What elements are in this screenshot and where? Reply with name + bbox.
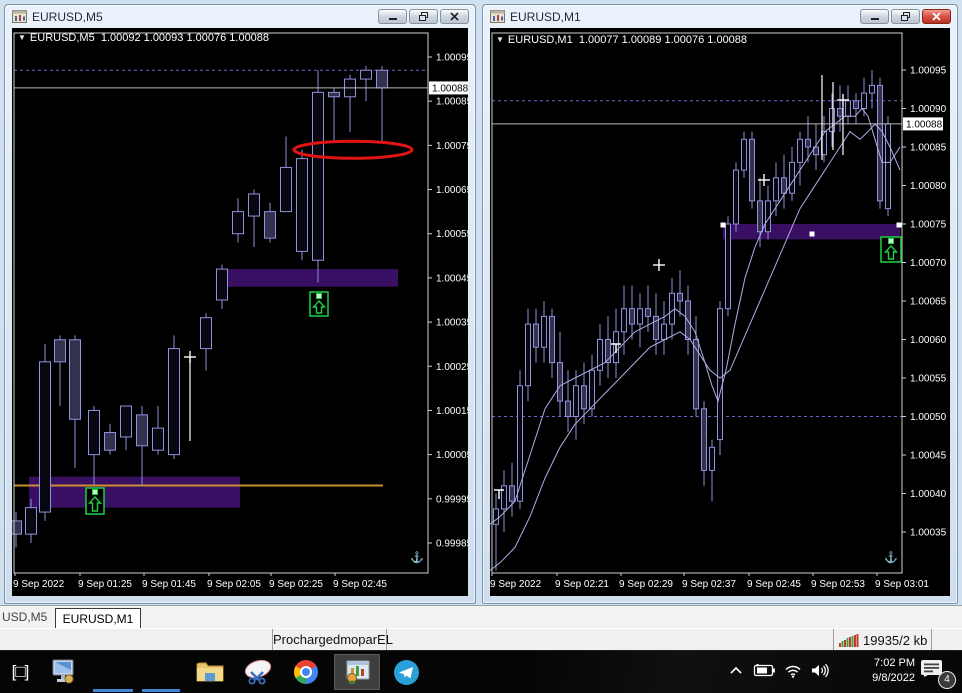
taskbar: [□] 7:02 PM 9/8/2022 4 bbox=[0, 650, 962, 693]
svg-text:1.00080: 1.00080 bbox=[910, 181, 947, 192]
tray-chevron-up-icon[interactable] bbox=[729, 666, 743, 675]
svg-text:⚓: ⚓ bbox=[884, 551, 898, 564]
restore-button[interactable] bbox=[409, 9, 438, 24]
chart-tab-bar: USD,M5 EURUSD,M1 bbox=[0, 605, 962, 630]
svg-text:9 Sep 02:37: 9 Sep 02:37 bbox=[682, 579, 736, 590]
svg-text:1.00060: 1.00060 bbox=[910, 335, 947, 346]
connection-bars-icon bbox=[839, 633, 859, 647]
svg-text:⚓: ⚓ bbox=[410, 551, 424, 564]
svg-text:1.00088: 1.00088 bbox=[906, 119, 943, 130]
svg-text:1.00005: 1.00005 bbox=[436, 450, 468, 461]
metatrader-icon-active[interactable] bbox=[334, 654, 380, 690]
task-view-icon[interactable]: [□] bbox=[2, 654, 38, 690]
telegram-icon[interactable] bbox=[388, 654, 424, 690]
tab-eurusd-m5[interactable]: USD,M5 bbox=[2, 610, 47, 624]
window-title: EURUSD,M5 bbox=[32, 9, 103, 24]
battery-icon[interactable] bbox=[752, 664, 775, 677]
chart-client-m1[interactable]: ▼ EURUSD,M1 1.00077 1.00089 1.00076 1.000… bbox=[489, 28, 950, 596]
clock-time: 7:02 PM bbox=[874, 657, 915, 669]
status-bar: ProchargedmoparEL 19935/2 kb bbox=[0, 628, 962, 651]
ohlc-line: ▼ EURUSD,M1 1.00077 1.00089 1.00076 1.000… bbox=[496, 34, 748, 46]
wifi-icon[interactable] bbox=[784, 664, 802, 678]
chart-window-icon bbox=[490, 10, 505, 23]
restore-button[interactable] bbox=[891, 9, 920, 24]
symbol-dropdown-icon[interactable]: ▼ bbox=[18, 33, 26, 42]
system-tray bbox=[729, 663, 830, 678]
svg-text:9 Sep 01:45: 9 Sep 01:45 bbox=[142, 579, 196, 590]
symbol-dropdown-icon[interactable]: ▼ bbox=[496, 35, 504, 44]
window-title: EURUSD,M1 bbox=[510, 9, 581, 24]
taskbar-clock[interactable]: 7:02 PM 9/8/2022 bbox=[845, 656, 915, 686]
svg-text:1.00095: 1.00095 bbox=[910, 66, 947, 77]
volume-icon[interactable] bbox=[811, 663, 830, 678]
svg-text:0.99995: 0.99995 bbox=[436, 494, 468, 505]
connection-status: 19935/2 kb bbox=[833, 629, 932, 651]
svg-text:1.00055: 1.00055 bbox=[436, 229, 468, 240]
ohlc-line: ▼ EURUSD,M5 1.00092 1.00093 1.00076 1.000… bbox=[18, 32, 270, 44]
svg-text:9 Sep 02:25: 9 Sep 02:25 bbox=[269, 579, 323, 590]
chrome-icon[interactable] bbox=[288, 654, 324, 690]
svg-text:1.00070: 1.00070 bbox=[910, 258, 947, 269]
close-button[interactable] bbox=[440, 9, 469, 24]
svg-text:1.00095: 1.00095 bbox=[436, 53, 468, 64]
snipping-tool-icon[interactable] bbox=[240, 654, 276, 690]
candlestick-chart-m1[interactable]: ⚓ 1.00095 1.00090 1.00085 1.00080 1.00075 1.00… bbox=[489, 28, 948, 594]
svg-text:1.00090: 1.00090 bbox=[910, 104, 947, 115]
svg-text:1.00015: 1.00015 bbox=[436, 406, 468, 417]
svg-text:1.00045: 1.00045 bbox=[436, 273, 468, 284]
expert-advisor-status: ProchargedmoparEL bbox=[272, 629, 393, 651]
svg-text:1.00065: 1.00065 bbox=[436, 185, 468, 196]
svg-text:9 Sep 02:45: 9 Sep 02:45 bbox=[747, 579, 801, 590]
svg-text:1.00055: 1.00055 bbox=[910, 374, 947, 385]
minimize-button[interactable] bbox=[860, 9, 889, 24]
chart-client-m5[interactable]: ▼ EURUSD,M5 1.00092 1.00093 1.00076 1.000… bbox=[10, 28, 473, 596]
minimize-button[interactable] bbox=[378, 9, 407, 24]
svg-text:9 Sep 2022: 9 Sep 2022 bbox=[13, 579, 65, 590]
chart-window-icon bbox=[12, 10, 27, 23]
notification-badge: 4 bbox=[938, 671, 956, 689]
svg-text:1.00025: 1.00025 bbox=[436, 362, 468, 373]
svg-text:9 Sep 01:25: 9 Sep 01:25 bbox=[78, 579, 132, 590]
svg-text:1.00050: 1.00050 bbox=[910, 412, 947, 423]
svg-text:1.00045: 1.00045 bbox=[910, 451, 947, 462]
svg-text:1.00075: 1.00075 bbox=[910, 220, 947, 231]
svg-text:1.00085: 1.00085 bbox=[436, 97, 468, 108]
clock-date: 9/8/2022 bbox=[872, 672, 915, 684]
svg-text:1.00040: 1.00040 bbox=[910, 489, 947, 500]
svg-text:0.99985: 0.99985 bbox=[436, 538, 468, 549]
chart-window-m1: EURUSD,M1 ▼ EURUSD,M1 1.00077 1.00089 1.0… bbox=[482, 4, 958, 604]
chart-window-m5: EURUSD,M5 ▼ EURUSD,M5 1.00092 1.00093 1.0… bbox=[4, 4, 476, 604]
svg-text:1.00035: 1.00035 bbox=[436, 318, 468, 329]
notification-center-icon[interactable]: 4 bbox=[920, 659, 956, 689]
svg-text:9 Sep 02:21: 9 Sep 02:21 bbox=[555, 579, 609, 590]
svg-text:9 Sep 03:01: 9 Sep 03:01 bbox=[875, 579, 929, 590]
my-computer-icon[interactable] bbox=[46, 654, 82, 690]
svg-text:9 Sep 02:45: 9 Sep 02:45 bbox=[333, 579, 387, 590]
tab-eurusd-m1[interactable]: EURUSD,M1 bbox=[55, 608, 141, 630]
svg-text:9 Sep 02:29: 9 Sep 02:29 bbox=[619, 579, 673, 590]
candlestick-chart-m5[interactable]: ⚓ 1.00095 1.00085 1.00075 1.00065 1.00055 1.00… bbox=[10, 28, 473, 594]
svg-text:9 Sep 2022: 9 Sep 2022 bbox=[490, 579, 542, 590]
svg-text:1.00075: 1.00075 bbox=[436, 141, 468, 152]
svg-text:1.00065: 1.00065 bbox=[910, 297, 947, 308]
svg-text:9 Sep 02:05: 9 Sep 02:05 bbox=[207, 579, 261, 590]
svg-text:1.00088: 1.00088 bbox=[432, 83, 468, 94]
file-explorer-icon[interactable] bbox=[192, 654, 228, 690]
traffic-label: 19935/2 kb bbox=[863, 632, 928, 648]
svg-text:9 Sep 02:53: 9 Sep 02:53 bbox=[811, 579, 865, 590]
svg-text:1.00085: 1.00085 bbox=[910, 143, 947, 154]
close-button[interactable] bbox=[922, 9, 951, 24]
svg-text:1.00035: 1.00035 bbox=[910, 528, 947, 539]
